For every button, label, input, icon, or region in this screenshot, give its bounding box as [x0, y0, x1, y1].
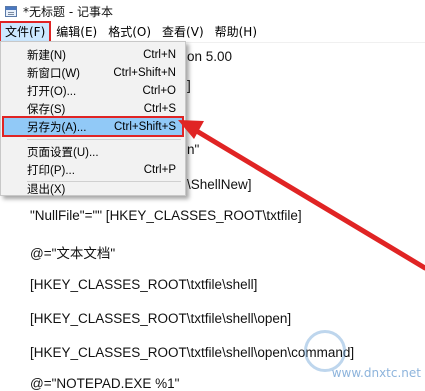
menu-item-print[interactable]: 打印(P)... Ctrl+P	[3, 160, 183, 179]
menu-item-label: 新建(N)	[27, 49, 66, 62]
menu-item-shortcut: Ctrl+N	[143, 48, 176, 61]
menu-item-label: 退出(X)	[27, 184, 66, 196]
editor-line: on 5.00	[187, 49, 233, 64]
editor-line: "NullFile"="" [HKEY_CLASSES_ROOT\txtfile…	[30, 208, 302, 223]
editor-line: [HKEY_CLASSES_ROOT\txtfile\shell]	[30, 277, 258, 292]
menu-item-exit[interactable]: 退出(X)	[3, 182, 183, 196]
menu-item-label: 保存(S)	[27, 103, 66, 116]
watermark: www.dnxtc.net	[300, 322, 425, 382]
file-menu-dropdown: 新建(N) Ctrl+N 新窗口(W) Ctrl+Shift+N 打开(O)..…	[0, 41, 186, 196]
menu-separator	[27, 139, 181, 140]
menu-help[interactable]: 帮助(H)	[210, 22, 262, 42]
menu-item-page-setup[interactable]: 页面设置(U)...	[3, 142, 183, 161]
menu-item-save-as[interactable]: 另存为(A)... Ctrl+Shift+S	[2, 116, 184, 137]
menu-view[interactable]: 查看(V)	[157, 22, 209, 42]
menu-item-shortcut: Ctrl+Shift+N	[113, 66, 176, 79]
menu-item-save[interactable]: 保存(S) Ctrl+S	[3, 99, 183, 118]
menu-item-open[interactable]: 打开(O)... Ctrl+O	[3, 81, 183, 100]
editor-line: @="NOTEPAD.EXE %1"	[30, 376, 180, 391]
menu-item-label: 另存为(A)...	[27, 121, 87, 134]
title-bar: *无标题 - 记事本	[0, 0, 425, 22]
menu-item-label: 打开(O)...	[27, 85, 77, 98]
menu-item-label: 打印(P)...	[27, 164, 75, 177]
watermark-site: www.dnxtc.net	[331, 366, 421, 380]
editor-line: @="文本文档"	[30, 246, 116, 261]
menu-edit[interactable]: 编辑(E)	[51, 22, 102, 42]
menu-file[interactable]: 文件(F)	[0, 21, 52, 43]
menu-item-label: 页面设置(U)...	[27, 146, 99, 159]
window-title: *无标题 - 记事本	[23, 4, 113, 19]
editor-line: ]	[187, 78, 191, 93]
menu-item-label: 新窗口(W)	[27, 67, 81, 80]
menu-item-shortcut: Ctrl+P	[143, 163, 176, 176]
editor-line: [HKEY_CLASSES_ROOT\txtfile\shell\open]	[30, 311, 292, 326]
menu-item-new-window[interactable]: 新窗口(W) Ctrl+Shift+N	[3, 63, 183, 82]
editor-line: n"	[187, 142, 200, 157]
editor-line: \ShellNew]	[187, 177, 252, 192]
notepad-icon	[5, 5, 17, 17]
menu-item-shortcut: Ctrl+S	[143, 102, 176, 115]
menu-format[interactable]: 格式(O)	[103, 22, 156, 42]
menu-bar: 文件(F) 编辑(E) 格式(O) 查看(V) 帮助(H)	[0, 21, 425, 43]
menu-item-shortcut: Ctrl+O	[142, 84, 176, 97]
menu-item-new[interactable]: 新建(N) Ctrl+N	[3, 45, 183, 64]
menu-item-shortcut: Ctrl+Shift+S	[114, 120, 176, 133]
